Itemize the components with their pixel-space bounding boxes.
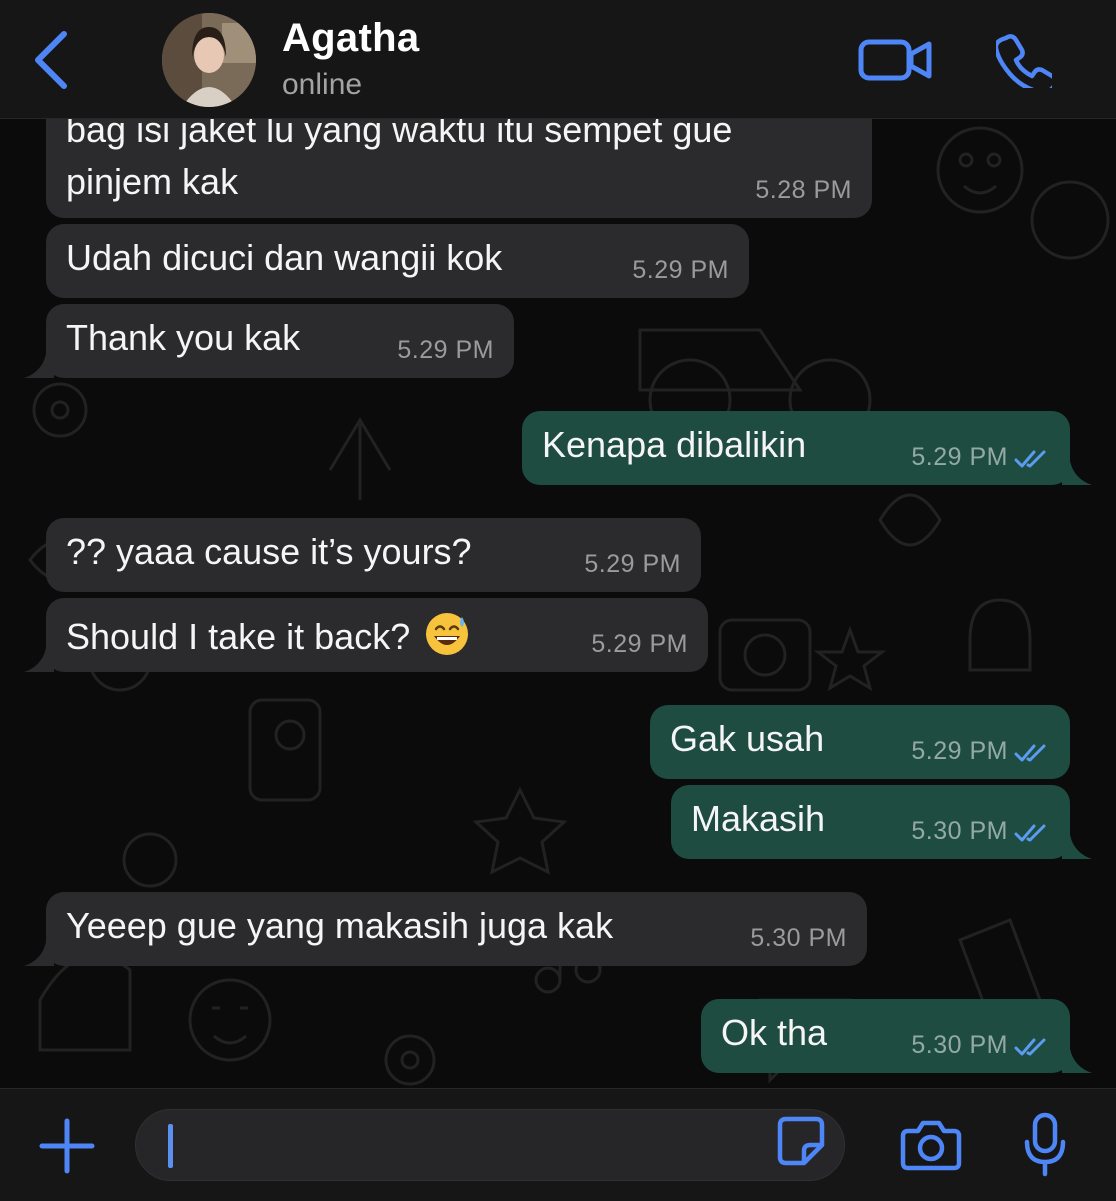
sticker-icon[interactable] — [776, 1115, 826, 1167]
message-text: Gak usah — [670, 718, 825, 759]
message-bubble-outgoing[interactable]: Gak usah 5.29 PM — [650, 705, 1070, 779]
bubble-tail — [1062, 835, 1092, 859]
message-text: bag isi jaket lu yang waktu itu sempet g… — [66, 104, 732, 208]
message-timestamp: 5.29 PM — [911, 443, 1008, 471]
message-bubble-outgoing[interactable]: Ok tha 5.30 PM — [701, 999, 1092, 1073]
double-check-icon — [1014, 1038, 1046, 1056]
message-timestamp: 5.29 PM — [584, 550, 681, 578]
back-chevron-icon[interactable] — [30, 28, 74, 92]
message-bubble-outgoing[interactable]: Makasih 5.30 PM — [671, 785, 1092, 859]
message-bubble-outgoing[interactable]: Kenapa dibalikin 5.29 PM — [522, 411, 1092, 485]
bubble-tail — [24, 648, 54, 672]
message-text: Udah dicuci dan wangii kok — [66, 237, 503, 278]
contact-name[interactable]: Agatha — [282, 16, 419, 61]
camera-icon[interactable] — [900, 1119, 962, 1171]
video-camera-icon[interactable] — [858, 36, 932, 84]
message-text: Ok tha — [721, 1012, 828, 1053]
message-timestamp: 5.29 PM — [397, 336, 494, 364]
bubble-tail — [24, 354, 54, 378]
microphone-icon[interactable] — [1022, 1112, 1068, 1178]
message-timestamp: 5.29 PM — [591, 630, 688, 658]
message-timestamp: 5.30 PM — [750, 924, 847, 952]
double-check-icon — [1014, 450, 1046, 468]
message-bubble-incoming[interactable]: Udah dicuci dan wangii kok 5.29 PM — [46, 224, 749, 298]
plus-icon[interactable] — [38, 1117, 96, 1175]
grinning-face-with-sweat-icon — [426, 613, 469, 655]
message-bubble-incoming[interactable]: ?? yaaa cause it’s yours? 5.29 PM — [46, 518, 701, 592]
message-timestamp: 5.30 PM — [911, 817, 1008, 845]
message-text-line: pinjem kak — [66, 161, 239, 202]
message-text: Yeeep gue yang makasih juga kak — [66, 905, 614, 946]
double-check-icon — [1014, 824, 1046, 842]
bubble-tail — [1062, 1049, 1092, 1073]
message-text-content: Should I take it back? — [66, 616, 411, 657]
message-timestamp: 5.29 PM — [632, 256, 729, 284]
message-text: Should I take it back? — [66, 611, 470, 658]
bubble-tail — [24, 942, 54, 966]
message-timestamp: 5.28 PM — [755, 176, 852, 204]
message-bubble-incoming[interactable]: Thank you kak 5.29 PM — [24, 304, 514, 378]
message-timestamp: 5.30 PM — [911, 1031, 1008, 1059]
bubble-tail — [1062, 461, 1092, 485]
message-text: Kenapa dibalikin — [542, 424, 807, 465]
message-text: ?? yaaa cause it’s yours? — [66, 531, 472, 572]
message-timestamp: 5.29 PM — [911, 737, 1008, 765]
message-input-field[interactable] — [135, 1109, 845, 1181]
contact-avatar[interactable] — [162, 13, 256, 107]
phone-icon[interactable] — [996, 32, 1052, 88]
message-bubble-incoming[interactable]: Yeeep gue yang makasih juga kak 5.30 PM — [24, 892, 867, 966]
message-input[interactable] — [164, 1120, 768, 1172]
contact-status: online — [282, 68, 363, 101]
message-bubble-incoming[interactable]: Should I take it back? 5.29 PM — [24, 598, 708, 672]
chat-header: Agatha online — [0, 0, 1116, 119]
double-check-icon — [1014, 744, 1046, 762]
message-text: Makasih — [691, 798, 826, 839]
avatar-photo — [162, 13, 256, 107]
message-text: Thank you kak — [66, 317, 301, 358]
